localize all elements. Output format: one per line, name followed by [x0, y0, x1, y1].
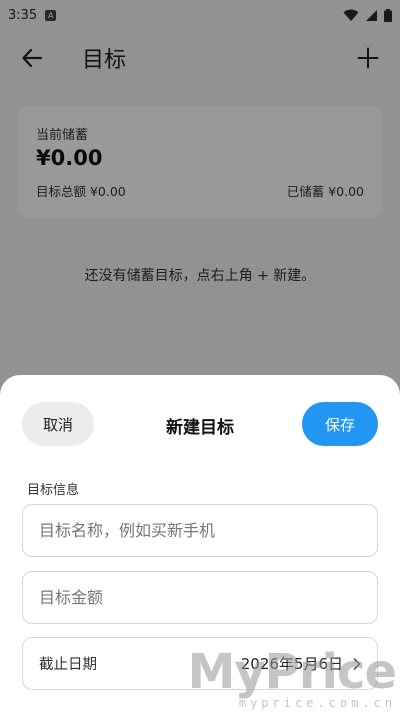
- save-button[interactable]: 保存: [302, 402, 378, 446]
- sheet-header: 取消 新建目标 保存: [0, 375, 400, 473]
- deadline-picker[interactable]: 截止日期 2026年5月6日: [22, 637, 378, 690]
- goal-name-input[interactable]: [39, 521, 361, 540]
- goal-amount-input[interactable]: [39, 588, 361, 607]
- deadline-value-group: 2026年5月6日: [241, 653, 361, 674]
- deadline-label: 截止日期: [39, 657, 97, 673]
- chevron-right-icon: [353, 657, 361, 670]
- deadline-value: 2026年5月6日: [240, 655, 343, 673]
- goal-amount-field[interactable]: [22, 571, 378, 624]
- new-goal-sheet: 取消 新建目标 保存 目标信息 截止日期 2026年5月6日: [0, 375, 400, 712]
- section-label-goal-info: 目标信息: [27, 483, 80, 498]
- goal-name-field[interactable]: [22, 504, 378, 557]
